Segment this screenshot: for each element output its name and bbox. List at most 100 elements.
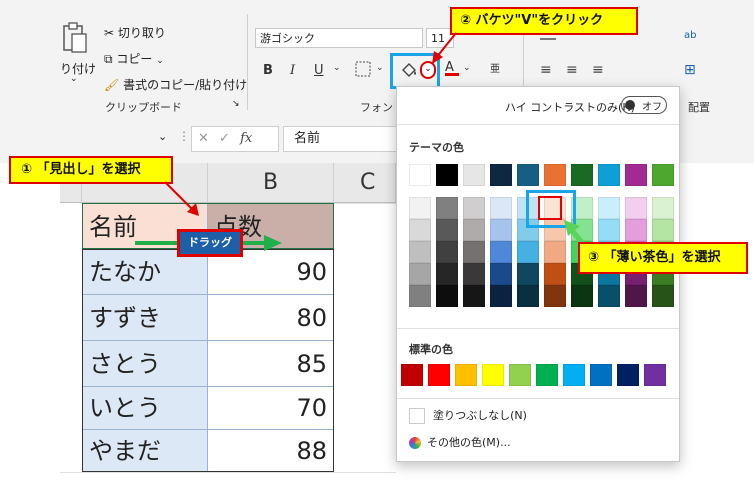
theme-color-swatch[interactable] [652,285,674,307]
enter-icon[interactable]: ✓ [219,131,230,146]
alignment-group-label: 配置 [688,101,710,114]
standard-color-swatch[interactable] [590,364,612,386]
theme-color-swatch[interactable] [544,164,566,186]
high-contrast-toggle[interactable]: オフ [621,96,667,114]
theme-color-swatch[interactable] [409,263,431,285]
theme-color-swatch[interactable] [409,285,431,307]
theme-color-swatch[interactable] [598,219,620,241]
theme-color-swatch[interactable] [598,164,620,186]
theme-color-swatch[interactable] [490,197,512,219]
theme-color-swatch[interactable] [625,164,647,186]
theme-color-swatch[interactable] [517,263,539,285]
standard-color-swatch[interactable] [401,364,423,386]
standard-color-swatch[interactable] [428,364,450,386]
border-icon[interactable] [355,61,371,81]
theme-color-swatch[interactable] [625,285,647,307]
paste-dropdown-icon[interactable]: ⌄ [70,74,78,84]
theme-color-swatch[interactable] [490,219,512,241]
theme-color-swatch[interactable] [463,241,485,263]
phonetic-icon[interactable]: 亜 [490,60,500,75]
gridline [334,203,396,204]
underline-dropdown-icon[interactable]: ⌄ [333,63,341,73]
theme-color-swatch[interactable] [571,164,593,186]
italic-button[interactable]: I [290,63,295,78]
theme-color-swatch[interactable] [490,285,512,307]
theme-color-swatch[interactable] [517,164,539,186]
theme-color-swatch[interactable] [652,164,674,186]
align-left-icon[interactable]: ≡ [540,62,552,78]
callout-step3: ③ 「薄い茶色」を選択 [578,242,748,274]
align-center-icon[interactable]: ≡ [566,62,578,78]
theme-color-swatch[interactable] [436,197,458,219]
insert-function-button[interactable]: fx [240,131,252,146]
font-color-dropdown-icon[interactable]: ⌄ [463,63,471,73]
column-header-b[interactable]: B [208,163,334,203]
theme-color-swatch[interactable] [598,197,620,219]
theme-color-swatch[interactable] [436,219,458,241]
paste-icon[interactable] [60,22,88,54]
wrap-text-icon[interactable]: ab [684,30,696,41]
theme-color-swatch[interactable] [652,219,674,241]
cut-button[interactable]: ✂ 切り取り [104,24,166,41]
paste-button-label[interactable]: り付け [60,60,96,77]
bold-button[interactable]: B [263,63,273,78]
theme-color-swatch[interactable] [436,164,458,186]
toggle-knob [625,100,635,110]
name-box-dropdown-icon[interactable]: ⌄ [158,130,167,143]
theme-color-swatch[interactable] [409,197,431,219]
theme-color-swatch[interactable] [436,241,458,263]
merge-icon[interactable]: ⊞ [684,62,696,78]
theme-color-swatch[interactable] [463,219,485,241]
font-name-dropdown[interactable]: 游ゴシック [255,28,423,48]
theme-color-swatch[interactable] [517,285,539,307]
standard-color-swatch[interactable] [455,364,477,386]
theme-color-swatch[interactable] [544,285,566,307]
theme-color-swatch[interactable] [544,241,566,263]
theme-color-swatch[interactable] [652,197,674,219]
theme-color-swatch[interactable] [409,164,431,186]
standard-color-swatch[interactable] [482,364,504,386]
no-fill-option[interactable]: 塗りつぶしなし(N) [409,407,527,424]
copy-button[interactable]: ⧉ コピー ⌄ [104,50,164,67]
underline-button[interactable]: U [314,63,324,78]
theme-color-swatch[interactable] [436,263,458,285]
theme-color-swatch[interactable] [598,285,620,307]
standard-color-swatch[interactable] [644,364,666,386]
standard-color-swatch[interactable] [536,364,558,386]
more-colors-option[interactable]: その他の色(M)... [409,434,511,450]
align-top-icon[interactable] [540,38,556,40]
theme-color-swatch[interactable] [490,164,512,186]
standard-color-swatch[interactable] [563,364,585,386]
copy-dropdown-icon: ⌄ [156,56,164,66]
clipboard-launcher-icon[interactable]: ↘ [232,99,240,109]
theme-color-swatch[interactable] [544,263,566,285]
theme-colors-title: テーマの色 [409,141,464,154]
callout-step2: ② バケツ"V"をクリック [450,7,638,35]
column-header-c[interactable]: C [334,163,396,203]
theme-color-swatch[interactable] [490,263,512,285]
formula-input[interactable]: 名前 [283,126,403,152]
theme-color-swatch[interactable] [436,285,458,307]
theme-color-swatch[interactable] [571,285,593,307]
font-color-button[interactable]: A [445,60,459,76]
theme-color-swatch[interactable] [490,241,512,263]
format-painter-button[interactable]: 🖌 書式のコピー/貼り付け [104,76,247,93]
standard-color-swatch[interactable] [617,364,639,386]
theme-color-swatch[interactable] [463,263,485,285]
theme-color-swatch[interactable] [463,164,485,186]
palette-divider [397,124,679,125]
theme-color-swatch[interactable] [409,219,431,241]
fill-dropdown-button[interactable]: ⌄ [420,61,436,79]
theme-color-swatch[interactable] [409,241,431,263]
theme-color-swatch[interactable] [517,241,539,263]
align-right-icon[interactable]: ≡ [592,62,604,78]
theme-color-swatch[interactable] [625,219,647,241]
cancel-icon[interactable]: ✕ [198,131,209,146]
theme-color-swatch[interactable] [625,197,647,219]
palette-divider [397,328,679,329]
theme-color-swatch[interactable] [463,197,485,219]
standard-color-swatch[interactable] [509,364,531,386]
fill-color-palette: ハイ コントラストのみ(H) オフ テーマの色 標準の色 塗りつぶしなし(N) … [396,86,680,462]
border-dropdown-icon[interactable]: ⌄ [376,63,384,73]
theme-color-swatch[interactable] [463,285,485,307]
